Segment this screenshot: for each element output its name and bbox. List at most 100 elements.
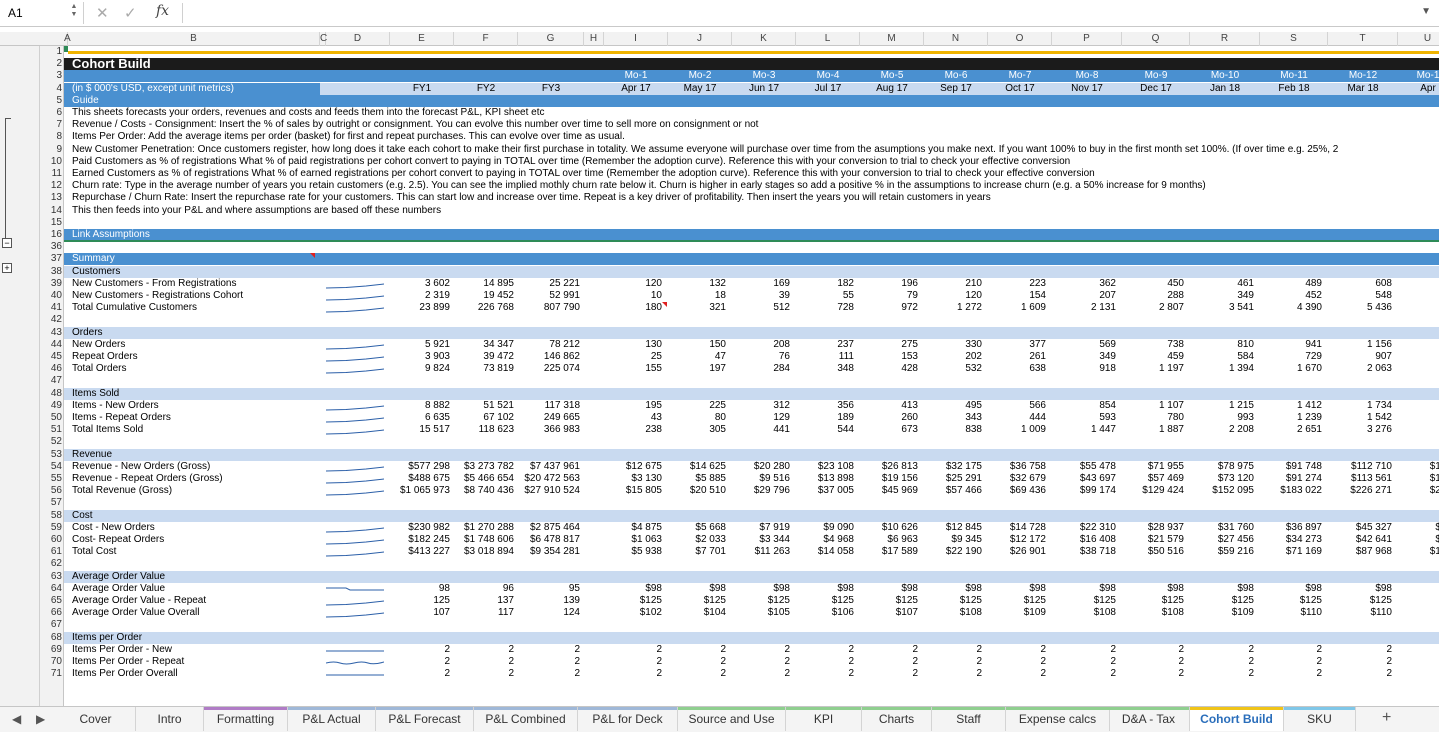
fy-value[interactable]: 34 347 <box>454 339 518 351</box>
month-value[interactable]: 972 <box>860 302 924 314</box>
fy-value[interactable]: 9 824 <box>390 363 454 375</box>
col-header-d[interactable]: D <box>326 32 390 46</box>
col-header-l[interactable]: L <box>796 32 860 46</box>
row-number[interactable]: 54 <box>40 461 64 473</box>
col-header-g[interactable]: G <box>518 32 584 46</box>
month-value[interactable]: 450 <box>1122 278 1190 290</box>
month-value[interactable]: 1 107 <box>1122 400 1190 412</box>
month-value[interactable]: $125 <box>1122 595 1190 607</box>
month-value[interactable]: $113 561 <box>1328 473 1398 485</box>
month-value[interactable]: 810 <box>1190 339 1260 351</box>
month-value[interactable]: 2 <box>988 668 1052 680</box>
month-value[interactable]: $23 108 <box>796 461 860 473</box>
month-value[interactable]: $281 <box>1398 485 1439 497</box>
month-value[interactable]: 1 197 <box>1122 363 1190 375</box>
month-value[interactable]: 1 542 <box>1328 412 1398 424</box>
month-value[interactable]: 155 <box>604 363 668 375</box>
row-number[interactable]: 62 <box>40 558 64 570</box>
col-header-b[interactable]: B <box>68 32 320 46</box>
month-value[interactable]: $129 424 <box>1122 485 1190 497</box>
fy-value[interactable]: $1 270 288 <box>454 522 518 534</box>
fy-value[interactable]: $2 875 464 <box>518 522 584 534</box>
month-value[interactable]: $73 120 <box>1190 473 1260 485</box>
month-value[interactable]: $125 <box>860 595 924 607</box>
month-value[interactable]: 1 272 <box>924 302 988 314</box>
month-value[interactable]: 189 <box>796 412 860 424</box>
fy-value[interactable]: 52 991 <box>518 290 584 302</box>
row-number[interactable]: 2 <box>40 58 64 70</box>
month-value[interactable]: 729 <box>1260 351 1328 363</box>
row-number[interactable]: 7 <box>40 119 64 131</box>
guide-label[interactable]: Guide <box>68 95 320 107</box>
month-value[interactable]: 129 <box>732 412 796 424</box>
fy-value[interactable]: 2 <box>454 668 518 680</box>
row-label[interactable]: Cost- Repeat Orders <box>68 534 320 546</box>
row-number[interactable]: 44 <box>40 339 64 351</box>
fy-value[interactable]: $9 354 281 <box>518 546 584 558</box>
month-value[interactable]: 2 063 <box>1328 363 1398 375</box>
month-value[interactable]: 838 <box>924 424 988 436</box>
fy-value[interactable]: 226 768 <box>454 302 518 314</box>
month-value[interactable]: 321 <box>668 302 732 314</box>
month-value[interactable]: 349 <box>1052 351 1122 363</box>
month-value[interactable]: $45 327 <box>1328 522 1398 534</box>
month-value[interactable]: 1 734 <box>1328 400 1398 412</box>
month-value[interactable]: 993 <box>1190 412 1260 424</box>
month-value[interactable]: 197 <box>668 363 732 375</box>
row-number[interactable]: 4 <box>40 83 64 95</box>
month-value[interactable]: 2 <box>732 644 796 656</box>
row-number[interactable]: 71 <box>40 668 64 680</box>
row-number[interactable]: 68 <box>40 632 64 644</box>
row-number[interactable]: 16 <box>40 229 64 241</box>
month-value[interactable]: 312 <box>732 400 796 412</box>
fy-value[interactable]: 98 <box>390 583 454 595</box>
month-value[interactable]: 208 <box>732 339 796 351</box>
row-number[interactable]: 42 <box>40 314 64 326</box>
fy-value[interactable]: 5 921 <box>390 339 454 351</box>
month-value[interactable]: $9 345 <box>924 534 988 546</box>
fy-value[interactable]: $488 675 <box>390 473 454 485</box>
row-number[interactable]: 53 <box>40 449 64 461</box>
row-label[interactable]: Repeat Orders <box>68 351 320 363</box>
month-value[interactable]: 854 <box>1052 400 1122 412</box>
fy-value[interactable]: 96 <box>454 583 518 595</box>
month-value[interactable]: 343 <box>924 412 988 424</box>
fy-value[interactable]: $7 437 961 <box>518 461 584 473</box>
month-value[interactable]: 673 <box>860 424 924 436</box>
month-date[interactable]: Jun 17 <box>732 83 796 95</box>
month-value[interactable]: 111 <box>796 351 860 363</box>
row-number[interactable]: 50 <box>40 412 64 424</box>
row-number[interactable]: 48 <box>40 388 64 400</box>
sheet-tab-cohort-build[interactable]: Cohort Build <box>1190 707 1284 731</box>
month-value[interactable]: $29 796 <box>732 485 796 497</box>
month-value[interactable]: 207 <box>1052 290 1122 302</box>
month-value[interactable]: 584 <box>1190 351 1260 363</box>
month-value[interactable]: 2 131 <box>1052 302 1122 314</box>
month-value[interactable]: 2 <box>1122 656 1190 668</box>
month-value[interactable]: 18 <box>668 290 732 302</box>
fy-value[interactable]: 807 790 <box>518 302 584 314</box>
row-number[interactable]: 9 <box>40 144 64 156</box>
fy-value[interactable]: 39 472 <box>454 351 518 363</box>
fy-label[interactable]: FY2 <box>454 83 518 95</box>
row-number[interactable]: 13 <box>40 192 64 204</box>
fy-value[interactable]: 117 318 <box>518 400 584 412</box>
fy-value[interactable]: $5 466 654 <box>454 473 518 485</box>
month-value[interactable]: 349 <box>1190 290 1260 302</box>
fy-value[interactable]: $3 273 782 <box>454 461 518 473</box>
month-value[interactable]: $32 679 <box>988 473 1052 485</box>
month-value[interactable]: $15 805 <box>604 485 668 497</box>
month-value[interactable]: $36 758 <box>988 461 1052 473</box>
month-value[interactable]: 362 <box>1052 278 1122 290</box>
row-number[interactable]: 51 <box>40 424 64 436</box>
month-value[interactable]: 2 <box>668 668 732 680</box>
month-value[interactable]: $98 <box>604 583 668 595</box>
row-number[interactable]: 59 <box>40 522 64 534</box>
row-label[interactable]: Revenue - New Orders (Gross) <box>68 461 320 473</box>
month-value[interactable]: 2 <box>988 656 1052 668</box>
fy-value[interactable]: 139 <box>518 595 584 607</box>
month-value[interactable]: $5 668 <box>668 522 732 534</box>
month-value[interactable]: 210 <box>924 278 988 290</box>
month-value[interactable]: 489 <box>1260 278 1328 290</box>
guide-text[interactable]: Earned Customers as % of registrations W… <box>68 168 1095 180</box>
